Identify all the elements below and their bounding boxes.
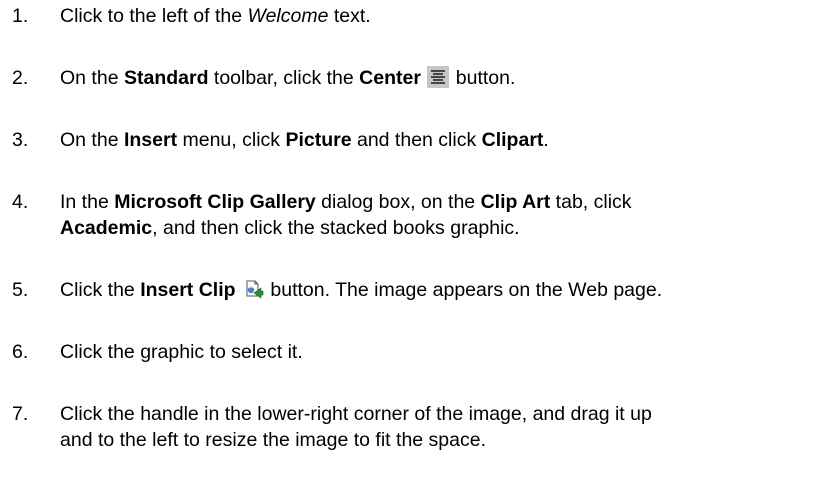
step-number: 3. <box>12 129 29 151</box>
step-text: Click the graphic to select it. <box>60 339 840 365</box>
bold-clipart: Clipart <box>481 129 544 151</box>
text-segment: Click the <box>60 279 141 301</box>
text-segment: dialog box, on the <box>315 191 481 213</box>
step-text: On the Insert menu, click Picture and th… <box>60 127 840 153</box>
text-segment: button. <box>455 67 516 89</box>
insert-clip-icon <box>242 278 264 300</box>
step-text: In the Microsoft Clip Gallery dialog box… <box>60 189 840 241</box>
text-segment: tab, click <box>550 191 632 213</box>
bold-academic: Academic <box>60 217 153 239</box>
step-number: 1. <box>12 5 29 27</box>
text-segment: On the <box>60 67 124 89</box>
bold-microsoft-clip-gallery: Microsoft Clip Gallery <box>114 191 316 213</box>
text-segment: text. <box>328 5 371 27</box>
step-text: Click the handle in the lower-right corn… <box>60 401 840 453</box>
text-segment: On the <box>60 129 124 151</box>
text-segment: . <box>543 129 549 151</box>
text-segment: Click to the left of the <box>60 5 248 27</box>
instruction-steps: 1. Click to the left of the Welcome text… <box>0 0 840 478</box>
text-segment: Click the graphic to select it. <box>60 341 303 363</box>
text-segment: menu, click <box>177 129 286 151</box>
text-segment: Click the handle in the lower-right corn… <box>60 403 652 425</box>
step-text: Click the Insert Clip button. The image … <box>60 277 840 303</box>
step-number: 5. <box>12 279 29 301</box>
text-segment: button. The image appears on the Web pag… <box>270 279 663 301</box>
text-segment: , and then click the stacked books graph… <box>152 217 520 239</box>
bold-clip-art: Clip Art <box>480 191 551 213</box>
text-segment: In the <box>60 191 115 213</box>
bold-insert: Insert <box>123 129 178 151</box>
text-segment: and then click <box>351 129 482 151</box>
step-text: Click to the left of the Welcome text. <box>60 3 840 29</box>
text-segment: and to the left to resize the image to f… <box>60 429 487 451</box>
step-number: 4. <box>12 191 29 213</box>
bold-picture: Picture <box>285 129 352 151</box>
step-text: On the Standard toolbar, click the Cente… <box>60 65 840 91</box>
bold-standard: Standard <box>123 67 209 89</box>
step-number: 7. <box>12 403 29 425</box>
bold-insert-clip: Insert Clip <box>140 279 236 301</box>
emphasis-welcome: Welcome <box>247 5 329 27</box>
step-number: 2. <box>12 67 29 89</box>
text-segment: toolbar, click the <box>208 67 360 89</box>
step-number: 6. <box>12 341 29 363</box>
center-align-icon <box>427 66 450 88</box>
bold-center: Center <box>359 67 421 89</box>
